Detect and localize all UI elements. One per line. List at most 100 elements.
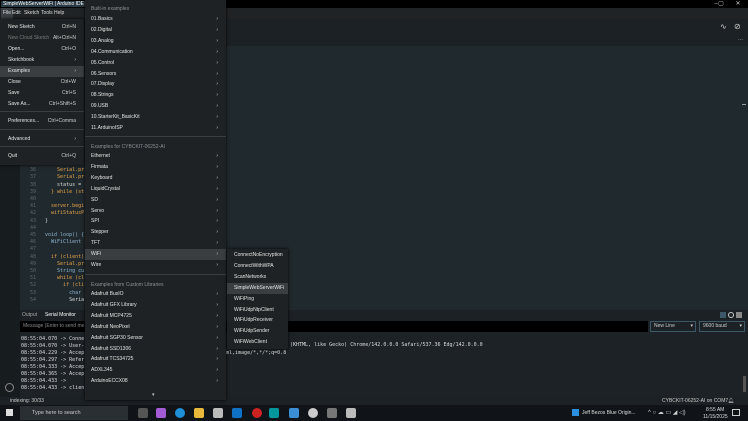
file-menu: New Sketch Ctrl+N New Cloud Sketch Alt+Ctrl… (0, 19, 84, 165)
tab-serial-monitor[interactable]: Serial Monitor (45, 312, 76, 318)
edge-icon[interactable] (175, 408, 185, 418)
wifi-example-wifiudpsender[interactable]: WiFiUdpSender (227, 326, 288, 337)
menu-item-preferences-[interactable]: Preferences... Ctrl+Comma (0, 116, 84, 127)
menu-item-new-sketch[interactable]: New Sketch Ctrl+N (0, 22, 84, 33)
start-icon[interactable] (6, 409, 13, 416)
wifi-example-simplewebserverwifi[interactable]: SimpleWebServerWiFi (227, 282, 288, 294)
example-02-digital[interactable]: 02.Digital › (85, 25, 226, 36)
close-button[interactable]: ✕ (730, 0, 746, 8)
example-09-usb[interactable]: 09.USB › (85, 101, 226, 112)
menu-item-close[interactable]: Close Ctrl+W (0, 77, 84, 88)
example-adafruit-sgp30-sensor[interactable]: Adafruit SGP30 Sensor › (85, 333, 226, 344)
serial-monitor-icon[interactable]: ⊘ (734, 22, 741, 31)
example-03-analog[interactable]: 03.Analog › (85, 36, 226, 47)
tray-icons[interactable]: ^ ○ ☁ ▭ ◢ ◁) (648, 409, 686, 416)
chevron-right-icon: › (216, 48, 218, 55)
wifi-example-wifiudpreceiver[interactable]: WiFiUdpReceiver (227, 315, 288, 326)
example-keyboard[interactable]: Keyboard › (85, 173, 226, 184)
example-adafruit-neopixel[interactable]: Adafruit NeoPixel › (85, 322, 226, 333)
example-06-sensors[interactable]: 06.Sensors › (85, 69, 226, 80)
example-04-communication[interactable]: 04.Communication › (85, 47, 226, 58)
example-adafruit-busio[interactable]: Adafruit BusIO › (85, 289, 226, 300)
menu-item-save[interactable]: Save Ctrl+S (0, 88, 84, 99)
menu-help[interactable]: Help (52, 8, 66, 19)
example-07-display[interactable]: 07.Display › (85, 79, 226, 90)
chevron-right-icon: › (216, 185, 218, 192)
app-icon[interactable] (346, 408, 356, 418)
menu-item-new-cloud-sketch[interactable]: New Cloud Sketch Alt+Ctrl+N (0, 33, 84, 44)
baud-select[interactable]: 9600 baud ▾ (699, 321, 745, 332)
example-adafruit-ssd1306[interactable]: Adafruit SSD1306 › (85, 344, 226, 355)
store-icon[interactable] (213, 408, 223, 418)
scroll-down-icon[interactable]: ▾ (152, 392, 155, 398)
example-spi[interactable]: SPI › (85, 216, 226, 227)
board-port-status[interactable]: CYBCKIT-06252-AI on COM7 (662, 397, 728, 405)
example-arduinoeccx08[interactable]: ArduinoECCX08 › (85, 376, 226, 387)
code-line: char (45, 289, 82, 296)
clear-output-icon[interactable] (736, 312, 742, 318)
tab-output[interactable]: Output (22, 312, 37, 318)
notification-icon[interactable]: 🔔︎ (728, 397, 734, 405)
wifi-example-wifiping[interactable]: WiFiPing (227, 294, 288, 305)
serial-scrollbar[interactable] (743, 376, 746, 392)
menu-item-save-as-[interactable]: Save As... Ctrl+Shift+S (0, 99, 84, 110)
example-11-arduinoisp[interactable]: 11.ArduinoISP › (85, 123, 226, 134)
account-icon[interactable] (5, 383, 14, 392)
menu-item-sketchbook[interactable]: Sketchbook › (0, 55, 84, 66)
example-adxl345[interactable]: ADXL345 › (85, 365, 226, 376)
wifi-example-connectnoencryption[interactable]: ConnectNoEncryption (227, 250, 288, 261)
example-01-basics[interactable]: 01.Basics › (85, 14, 226, 25)
menu-item-quit[interactable]: Quit Ctrl+Q (0, 151, 84, 162)
example-label: Wire (91, 262, 102, 268)
menu-item-open-[interactable]: Open... Ctrl+O (0, 44, 84, 55)
autoscroll-icon[interactable] (720, 312, 726, 318)
more-icon[interactable]: ··· (738, 37, 743, 43)
line-ending-select[interactable]: New Line ▾ (650, 321, 696, 332)
chevron-right-icon: › (216, 301, 218, 308)
app-icon[interactable] (327, 408, 337, 418)
wifi-example-wifiwebclient[interactable]: WiFiWebClient (227, 337, 288, 348)
example-sd[interactable]: SD › (85, 195, 226, 206)
file-explorer-icon[interactable] (194, 408, 204, 418)
settings-icon[interactable] (308, 408, 318, 418)
example-stepper[interactable]: Stepper › (85, 227, 226, 238)
chevron-right-icon: › (216, 70, 218, 77)
example-adafruit-tcs34725[interactable]: Adafruit TCS34725 › (85, 354, 226, 365)
example-firmata[interactable]: Firmata › (85, 162, 226, 173)
maximize-button[interactable]: ▢ (713, 0, 729, 8)
chevron-right-icon: › (216, 174, 218, 181)
news-widget[interactable]: Jeff Bezos Blue Origin... (582, 410, 636, 416)
editor-scrollbar[interactable] (742, 104, 746, 105)
wifi-example-connectwithwpa[interactable]: ConnectWithWPA (227, 261, 288, 272)
clock-date[interactable]: 11/15/2025 (703, 414, 728, 420)
app-icon[interactable] (252, 408, 262, 418)
notifications-icon[interactable] (732, 409, 740, 416)
menu-edit[interactable]: Edit (10, 8, 23, 19)
serial-plotter-icon[interactable]: ∿ (720, 22, 727, 31)
example-tft[interactable]: TFT › (85, 238, 226, 249)
example-ethernet[interactable]: Ethernet › (85, 151, 226, 162)
example-08-strings[interactable]: 08.Strings › (85, 90, 226, 101)
app-icon[interactable] (289, 408, 299, 418)
example-adafruit-mcp4725[interactable]: Adafruit MCP4725 › (85, 311, 226, 322)
timestamp-icon[interactable] (728, 312, 734, 318)
outlook-icon[interactable] (232, 408, 242, 418)
task-view-icon[interactable] (138, 408, 148, 418)
arduino-ide-icon[interactable] (269, 408, 279, 418)
example-wire[interactable]: Wire › (85, 260, 226, 271)
wifi-example-scannetworks[interactable]: ScanNetworks (227, 272, 288, 283)
copilot-icon[interactable] (156, 408, 166, 418)
wifi-example-wifiudpntpclient[interactable]: WiFiUdpNtpClient (227, 305, 288, 316)
example-10-starterkit-basickit[interactable]: 10.StarterKit_BasicKit › (85, 112, 226, 123)
menu-item-examples[interactable]: Examples › (0, 66, 84, 77)
example-servo[interactable]: Servo › (85, 206, 226, 217)
example-liquidcrystal[interactable]: LiquidCrystal › (85, 184, 226, 195)
clock-time[interactable]: 8:55 AM (706, 407, 724, 413)
line-number: 41 (29, 203, 36, 210)
example-05-control[interactable]: 05.Control › (85, 58, 226, 69)
example-wifi[interactable]: WiFi › (85, 249, 226, 261)
example-adafruit-gfx-library[interactable]: Adafruit GFX Library › (85, 300, 226, 311)
search-box[interactable]: Type here to search (20, 406, 128, 420)
menu-item-advanced[interactable]: Advanced › (0, 134, 84, 145)
code-line: void loop() { (45, 232, 85, 238)
